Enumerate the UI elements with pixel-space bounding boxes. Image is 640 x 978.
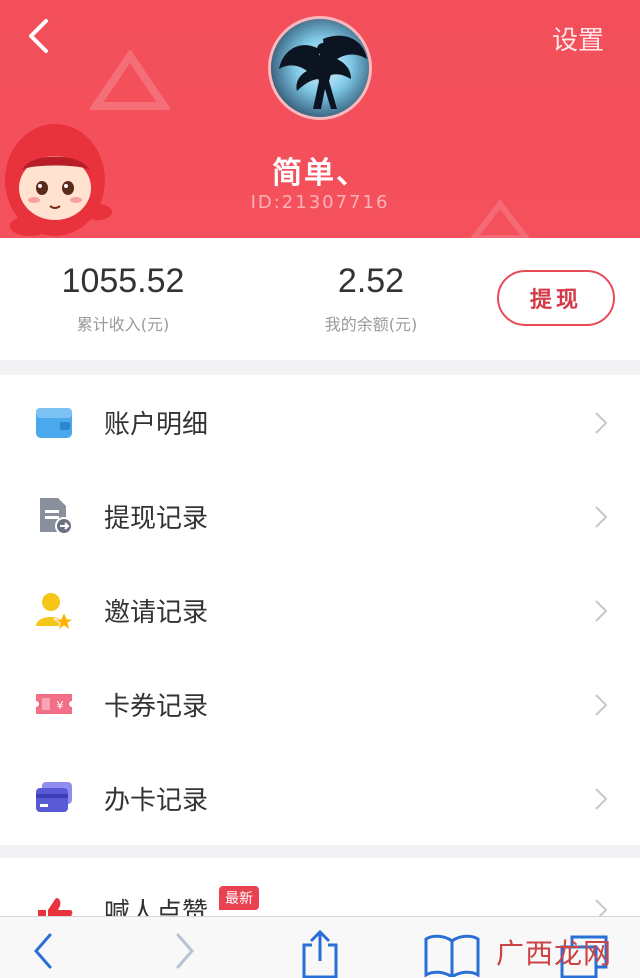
menu-item-account-details[interactable]: 账户明细	[0, 375, 640, 469]
decor-triangle-icon	[90, 50, 170, 110]
menu-list: 账户明细 提现记录 邀请记录 ¥ 卡券记录 办卡记录	[0, 375, 640, 845]
back-arrow-icon[interactable]	[30, 931, 56, 971]
menu-item-coupon-records[interactable]: ¥ 卡券记录	[0, 657, 640, 751]
total-income-value: 1055.52	[61, 262, 185, 300]
menu-item-label: 卡券记录	[104, 691, 209, 722]
menu-item-withdraw-records[interactable]: 提现记录	[0, 469, 640, 563]
menu-item-invite-records[interactable]: 邀请记录	[0, 563, 640, 657]
balance-summary: 1055.52 累计收入(元) 2.52 我的余额(元) 提现	[0, 238, 640, 360]
avatar-angel-icon	[271, 19, 369, 117]
mascot-icon	[5, 124, 112, 236]
balance-label: 我的余额(元)	[324, 315, 418, 334]
chevron-right-icon	[595, 412, 608, 434]
settings-button[interactable]: 设置	[552, 20, 604, 57]
menu-item-label: 邀请记录	[104, 597, 209, 628]
document-icon	[40, 498, 73, 535]
forward-arrow-icon[interactable]	[172, 931, 198, 971]
chevron-left-icon	[29, 19, 48, 53]
share-icon[interactable]	[298, 929, 342, 978]
menu-item-label: 账户明细	[104, 409, 209, 440]
card-icon	[36, 782, 72, 812]
menu-item-call-for-likes[interactable]: 喊人点赞 最新	[0, 858, 640, 918]
chevron-right-icon	[595, 506, 608, 528]
total-income-label: 累计收入(元)	[76, 315, 170, 334]
thumbs-up-icon	[38, 898, 73, 918]
withdraw-button[interactable]: 提现	[497, 270, 615, 326]
balance: 2.52 我的余额(元)	[306, 262, 436, 335]
new-badge: 最新	[219, 886, 259, 910]
menu-item-label: 提现记录	[104, 503, 209, 534]
chevron-right-icon	[595, 694, 608, 716]
menu-item-card-records[interactable]: 办卡记录	[0, 751, 640, 845]
coupon-icon: ¥	[36, 694, 72, 714]
user-star-icon	[36, 593, 74, 630]
chevron-right-icon	[595, 600, 608, 622]
avatar[interactable]	[268, 16, 372, 120]
profile-header: 设置 简单、 ID:21307716	[0, 0, 640, 238]
total-income: 1055.52 累计收入(元)	[58, 262, 188, 335]
menu-item-label: 办卡记录	[104, 785, 209, 816]
menu-item-label: 喊人点赞	[104, 898, 209, 918]
chevron-right-icon	[595, 788, 608, 810]
watermark-logo: 广西龙网	[495, 937, 612, 970]
balance-value: 2.52	[337, 262, 405, 300]
svg-text:¥: ¥	[57, 699, 64, 712]
back-button[interactable]	[18, 14, 58, 58]
wallet-icon	[36, 408, 72, 438]
chevron-right-icon	[595, 899, 608, 918]
bookmarks-icon[interactable]	[424, 933, 480, 977]
